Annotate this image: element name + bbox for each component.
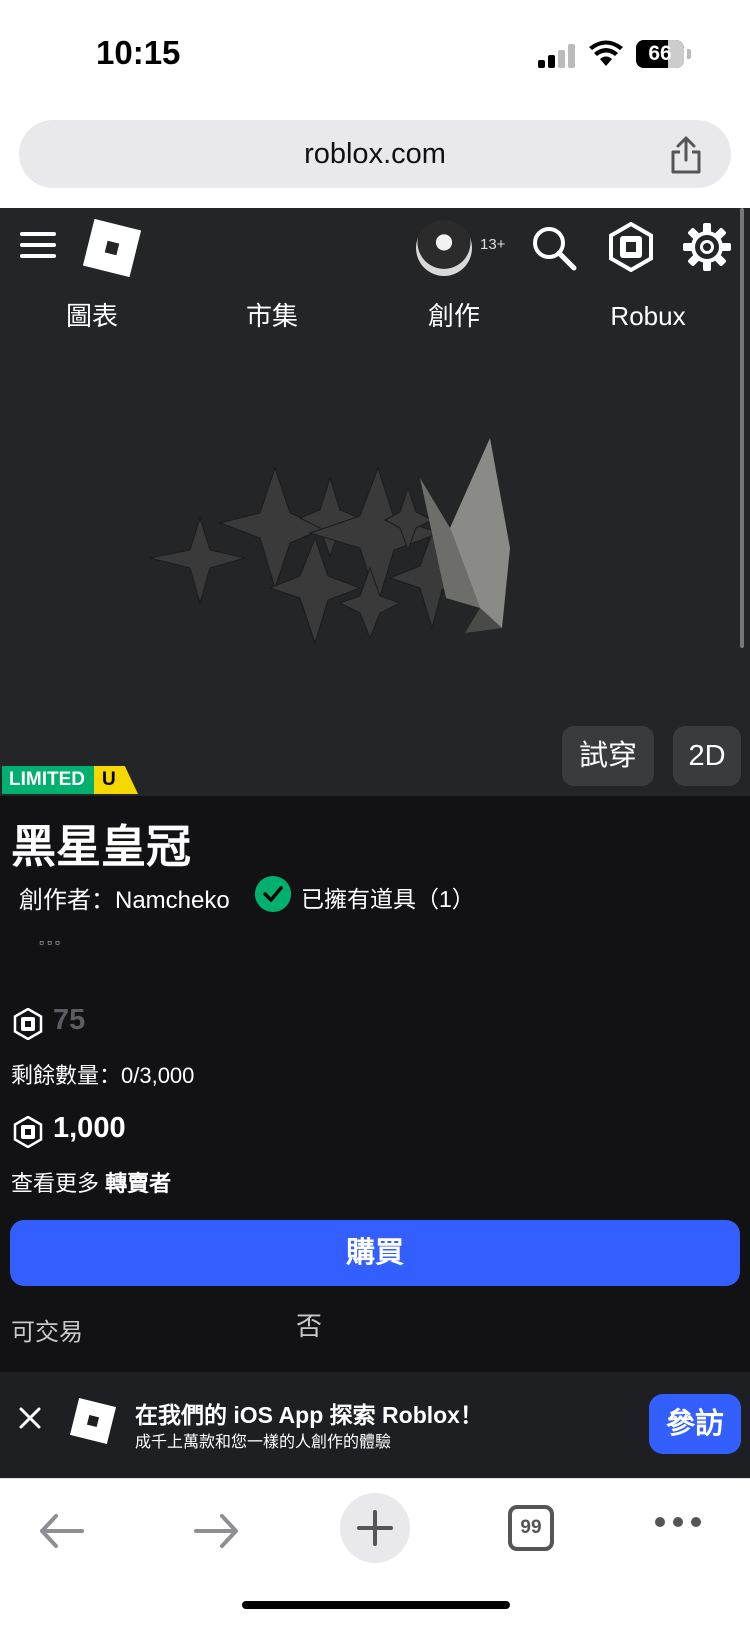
roblox-logo[interactable] [82,218,142,278]
remaining-quantity: 剩餘數量：0/3,000 [11,1063,195,1088]
original-price: 75 [53,1004,86,1036]
roblox-app-logo [69,1397,117,1445]
share-icon[interactable] [669,136,703,174]
tab-charts[interactable]: 圖表 [44,294,140,348]
battery-tip [687,49,691,59]
browser-address-area: roblox.com [0,110,750,208]
banner-subtitle: 成千上萬款和您一樣的人創作的體驗 [135,1434,392,1451]
nav-tabs: 圖表 市集 創作 Robux [0,294,750,348]
address-bar[interactable]: roblox.com [19,120,731,188]
robux-icon [13,1008,43,1040]
close-icon[interactable] [18,1406,42,1430]
search-icon[interactable] [530,224,578,272]
roblox-header: 13+ 圖表 市集 創作 Robux [0,208,750,348]
see-more-prefix: 查看更多 [11,1171,106,1196]
tabs-icon[interactable]: 99 [508,1505,554,1551]
view-2d-button[interactable]: 2D [673,726,741,786]
resellers-link[interactable]: 轉賣者 [105,1171,171,1196]
age-badge: 13+ [480,236,506,253]
robux-icon[interactable] [606,222,656,272]
gear-icon[interactable] [682,222,732,272]
forward-icon[interactable] [194,1511,240,1551]
wifi-icon [589,40,623,66]
more-options-icon[interactable]: ▫▫▫ [39,934,63,950]
owned-status: 已擁有道具（1） [301,886,475,912]
app-promo-banner: 在我們的 iOS App 探索 Roblox！ 成千上萬款和您一樣的人創作的體驗… [0,1372,750,1478]
robux-icon [13,1116,43,1148]
visit-app-button[interactable]: 參訪 [649,1394,741,1454]
url-text[interactable]: roblox.com [19,120,731,188]
cellular-signal-icon [538,44,578,68]
battery-icon: 66 [636,40,684,68]
creator-link[interactable]: 創作者：Namcheko [19,880,230,915]
avatar[interactable] [416,220,472,276]
more-icon[interactable] [654,1515,702,1529]
see-more-resellers[interactable]: 查看更多 轉賣者 [11,1166,171,1198]
tab-create[interactable]: 創作 [406,294,502,348]
creator-row: 創作者：Namcheko 已擁有道具（1） [19,876,739,916]
item-title: 黑星皇冠 [11,821,192,872]
tradable-value: 否 [296,1311,323,1341]
tab-robux[interactable]: Robux [596,294,700,348]
limited-badge-text: LIMITED [2,766,94,794]
banner-title: 在我們的 iOS App 探索 Roblox！ [135,1402,483,1428]
new-tab-button[interactable] [340,1493,410,1563]
tradable-label: 可交易 [11,1319,83,1346]
browser-toolbar: 99 [0,1478,750,1626]
page-scrollbar[interactable] [740,208,744,648]
home-indicator [242,1601,510,1609]
limited-unique-badge: U [94,766,138,794]
tab-marketplace[interactable]: 市集 [224,294,320,348]
battery-level: 66 [648,42,672,65]
status-bar: 10:15 66 [0,0,750,110]
back-icon[interactable] [38,1511,84,1551]
check-icon [255,876,291,912]
item-thumbnail: 試穿 2D LIMITED U [0,348,750,796]
try-on-button[interactable]: 試穿 [562,726,654,786]
current-price: 1,000 [53,1112,126,1144]
status-time: 10:15 [96,34,181,71]
item-3d-preview [150,438,510,645]
menu-icon[interactable] [20,232,56,262]
buy-button[interactable]: 購買 [10,1220,740,1286]
item-details: 黑星皇冠 創作者：Namcheko 已擁有道具（1） ▫▫▫ 75 剩餘數量：0… [0,796,750,1372]
plus-icon [357,1510,393,1546]
